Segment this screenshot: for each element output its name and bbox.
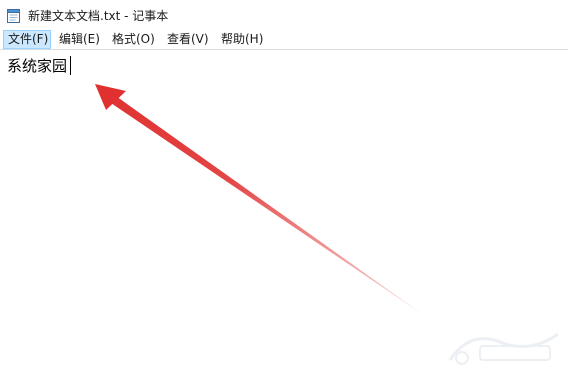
menu-edit[interactable]: 编辑(E) <box>55 30 105 49</box>
editor-content: 系统家园 <box>7 57 68 75</box>
window-title: 新建文本文档.txt - 记事本 <box>28 9 169 23</box>
notepad-app-icon <box>7 9 20 23</box>
menu-bar: 文件(F) 编辑(E) 格式(O) 查看(V) 帮助(H) <box>0 30 568 50</box>
notepad-window: 新建文本文档.txt - 记事本 文件(F) 编辑(E) 格式(O) 查看(V)… <box>0 0 568 378</box>
title-bar[interactable]: 新建文本文档.txt - 记事本 <box>0 0 568 30</box>
menu-view[interactable]: 查看(V) <box>163 30 213 49</box>
text-caret <box>70 56 71 75</box>
site-watermark-logo <box>448 332 559 365</box>
menu-help[interactable]: 帮助(H) <box>217 30 269 49</box>
menu-format[interactable]: 格式(O) <box>108 30 160 49</box>
menu-file[interactable]: 文件(F) <box>3 30 51 49</box>
